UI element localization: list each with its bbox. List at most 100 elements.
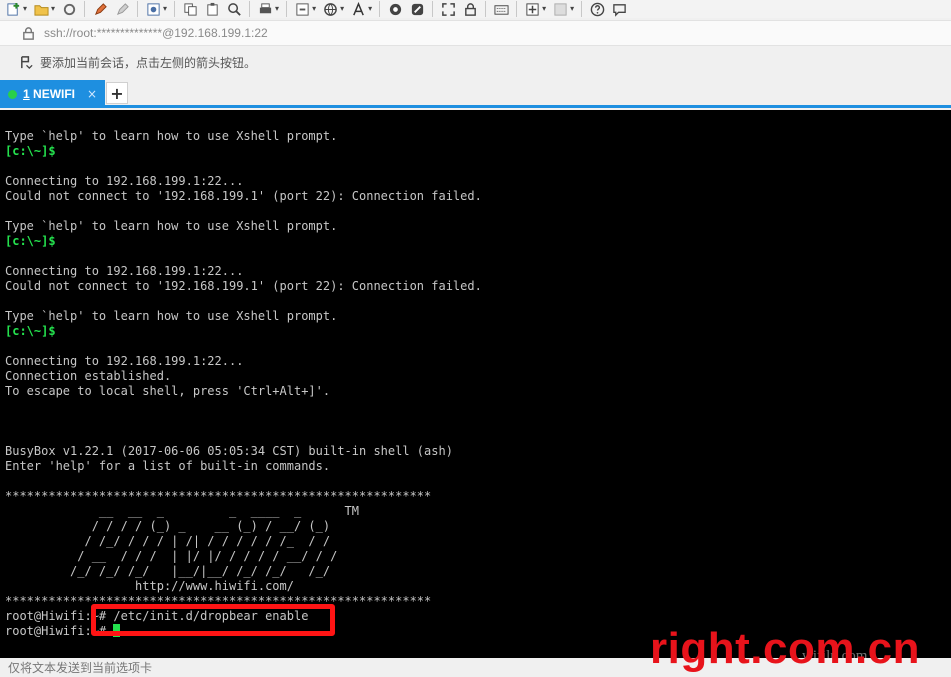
toolbar-divider [432, 1, 434, 17]
terminal-output: Type `help' to learn how to use Xshell p… [5, 129, 482, 639]
hint-text: 要添加当前会话，点击左侧的箭头按钮。 [40, 55, 257, 70]
settings-button[interactable]: ▾ [142, 0, 170, 18]
terminal-line: / /_/ / / / | /| / / / / / /_ / / [5, 534, 482, 549]
terminal-line-text: [c:\~]$ [5, 324, 56, 338]
chevron-down-icon: ▾ [51, 4, 56, 13]
pencil-icon [92, 1, 108, 17]
chevron-down-icon: ▾ [368, 4, 373, 13]
terminal-line-text: __ __ _ _ ____ _ TM [5, 504, 360, 518]
terminal-line: Type `help' to learn how to use Xshell p… [5, 219, 482, 234]
toolbar: ▾ ▾ ▾ ▾ ▾ ▾ ▾ ▾ ▾ [0, 0, 951, 18]
toolbar-divider [249, 1, 251, 17]
transfer-button[interactable]: ▾ [291, 0, 319, 18]
hint-bar: 要添加当前会话，点击左侧的箭头按钮。 [0, 48, 951, 76]
lock-icon [462, 1, 478, 17]
status-text: 仅将文本发送到当前选项卡 [8, 661, 153, 675]
keyboard-button[interactable] [490, 0, 512, 18]
terminal-line-text: Connecting to 192.168.199.1:22... [5, 354, 244, 368]
close-icon[interactable]: × [87, 87, 97, 101]
copy-icon [182, 1, 198, 17]
chevron-down-icon: ▾ [23, 4, 28, 13]
terminal-line: / __ / / / | |/ |/ / / / / __/ / / [5, 549, 482, 564]
tab-underline [0, 105, 951, 108]
print-button[interactable]: ▾ [254, 0, 282, 18]
copy-button[interactable] [179, 0, 201, 18]
terminal-line: Could not connect to '192.168.199.1' (po… [5, 279, 482, 294]
terminal-area[interactable]: Type `help' to learn how to use Xshell p… [0, 110, 951, 658]
chevron-down-icon: ▾ [570, 4, 575, 13]
watermark-logo: right.com.cn [650, 624, 921, 673]
terminal-prompt-line: [c:\~]$ [5, 144, 482, 159]
toolbar-divider [84, 1, 86, 17]
add-session-arrow-icon[interactable] [18, 54, 34, 70]
terminal-line: To escape to local shell, press 'Ctrl+Al… [5, 384, 482, 399]
toolbar-divider [174, 1, 176, 17]
terminal-line: / / / / (_) _ __ (_) / __/ (_) [5, 519, 482, 534]
paste-button[interactable] [201, 0, 223, 18]
terminal-line: Enter 'help' for a list of built-in comm… [5, 459, 482, 474]
add-tab-button[interactable]: + [106, 82, 128, 104]
terminal-line: Connection established. [5, 369, 482, 384]
toolbar-divider [485, 1, 487, 17]
chevron-down-icon: ▾ [312, 4, 317, 13]
font-icon [350, 1, 366, 17]
xftp-button[interactable] [384, 0, 406, 18]
lock-icon [20, 25, 36, 41]
terminal-line-text: Enter 'help' for a list of built-in comm… [5, 459, 331, 473]
terminal-line: http://www.hiwifi.com/ [5, 579, 482, 594]
chevron-down-icon: ▾ [542, 4, 547, 13]
chevron-down-icon: ▾ [275, 4, 280, 13]
help-button[interactable] [586, 0, 608, 18]
address-text[interactable]: ssh://root:**************@192.168.199.1:… [44, 26, 268, 40]
chat-icon [611, 1, 627, 17]
tab-label: 1 NEWIFI [23, 87, 75, 101]
disconnect-button[interactable] [58, 0, 80, 18]
terminal-prompt-line: [c:\~]$ [5, 324, 482, 339]
new-session-icon [5, 1, 21, 17]
paste-icon [204, 1, 220, 17]
terminal-line-text: / / / / (_) _ __ (_) / __/ (_) [5, 519, 331, 533]
find-button[interactable] [223, 0, 245, 18]
edit-button[interactable] [111, 0, 133, 18]
terminal-line-text: Connecting to 192.168.199.1:22... [5, 264, 244, 278]
chat-button[interactable] [608, 0, 630, 18]
lock-button[interactable] [459, 0, 481, 18]
command-highlight-box [91, 604, 335, 636]
fullscreen-icon [440, 1, 456, 17]
terminal-line-text: ****************************************… [5, 489, 432, 503]
terminal-line: __ __ _ _ ____ _ TM [5, 504, 482, 519]
terminal-line-text: BusyBox v1.22.1 (2017-06-06 05:05:34 CST… [5, 444, 453, 458]
xftp-icon [387, 1, 403, 17]
tab-title: NEWIFI [29, 87, 76, 101]
open-button[interactable]: ▾ [30, 0, 58, 18]
disconnect-icon [61, 1, 77, 17]
layout-button[interactable]: ▾ [549, 0, 577, 18]
terminal-line-text: Type `help' to learn how to use Xshell p… [5, 219, 338, 233]
terminal-line: Connecting to 192.168.199.1:22... [5, 354, 482, 369]
terminal-line: Type `help' to learn how to use Xshell p… [5, 129, 482, 144]
terminal-line-text: /_/ /_/ /_/ |__/|__/ /_/ /_/ /_/ [5, 564, 331, 578]
toolbar-divider [379, 1, 381, 17]
chevron-down-icon: ▾ [163, 4, 168, 13]
new-session-button[interactable]: ▾ [2, 0, 30, 18]
terminal-line-text: Could not connect to '192.168.199.1' (po… [5, 279, 482, 293]
tab-newifi[interactable]: 1 NEWIFI × [0, 80, 105, 108]
font-button[interactable]: ▾ [347, 0, 375, 18]
toolbar-divider [286, 1, 288, 17]
terminal-line: Could not connect to '192.168.199.1' (po… [5, 189, 482, 204]
globe-icon [322, 1, 338, 17]
find-icon [226, 1, 242, 17]
xmanager-button[interactable] [406, 0, 428, 18]
terminal-line-text: To escape to local shell, press 'Ctrl+Al… [5, 384, 331, 398]
add-pane-button[interactable]: ▾ [521, 0, 549, 18]
terminal-line-text: Type `help' to learn how to use Xshell p… [5, 129, 338, 143]
terminal-line: Connecting to 192.168.199.1:22... [5, 264, 482, 279]
address-bar[interactable]: ssh://root:**************@192.168.199.1:… [0, 20, 951, 46]
properties-button[interactable] [89, 0, 111, 18]
globe-button[interactable]: ▾ [319, 0, 347, 18]
fullscreen-button[interactable] [437, 0, 459, 18]
